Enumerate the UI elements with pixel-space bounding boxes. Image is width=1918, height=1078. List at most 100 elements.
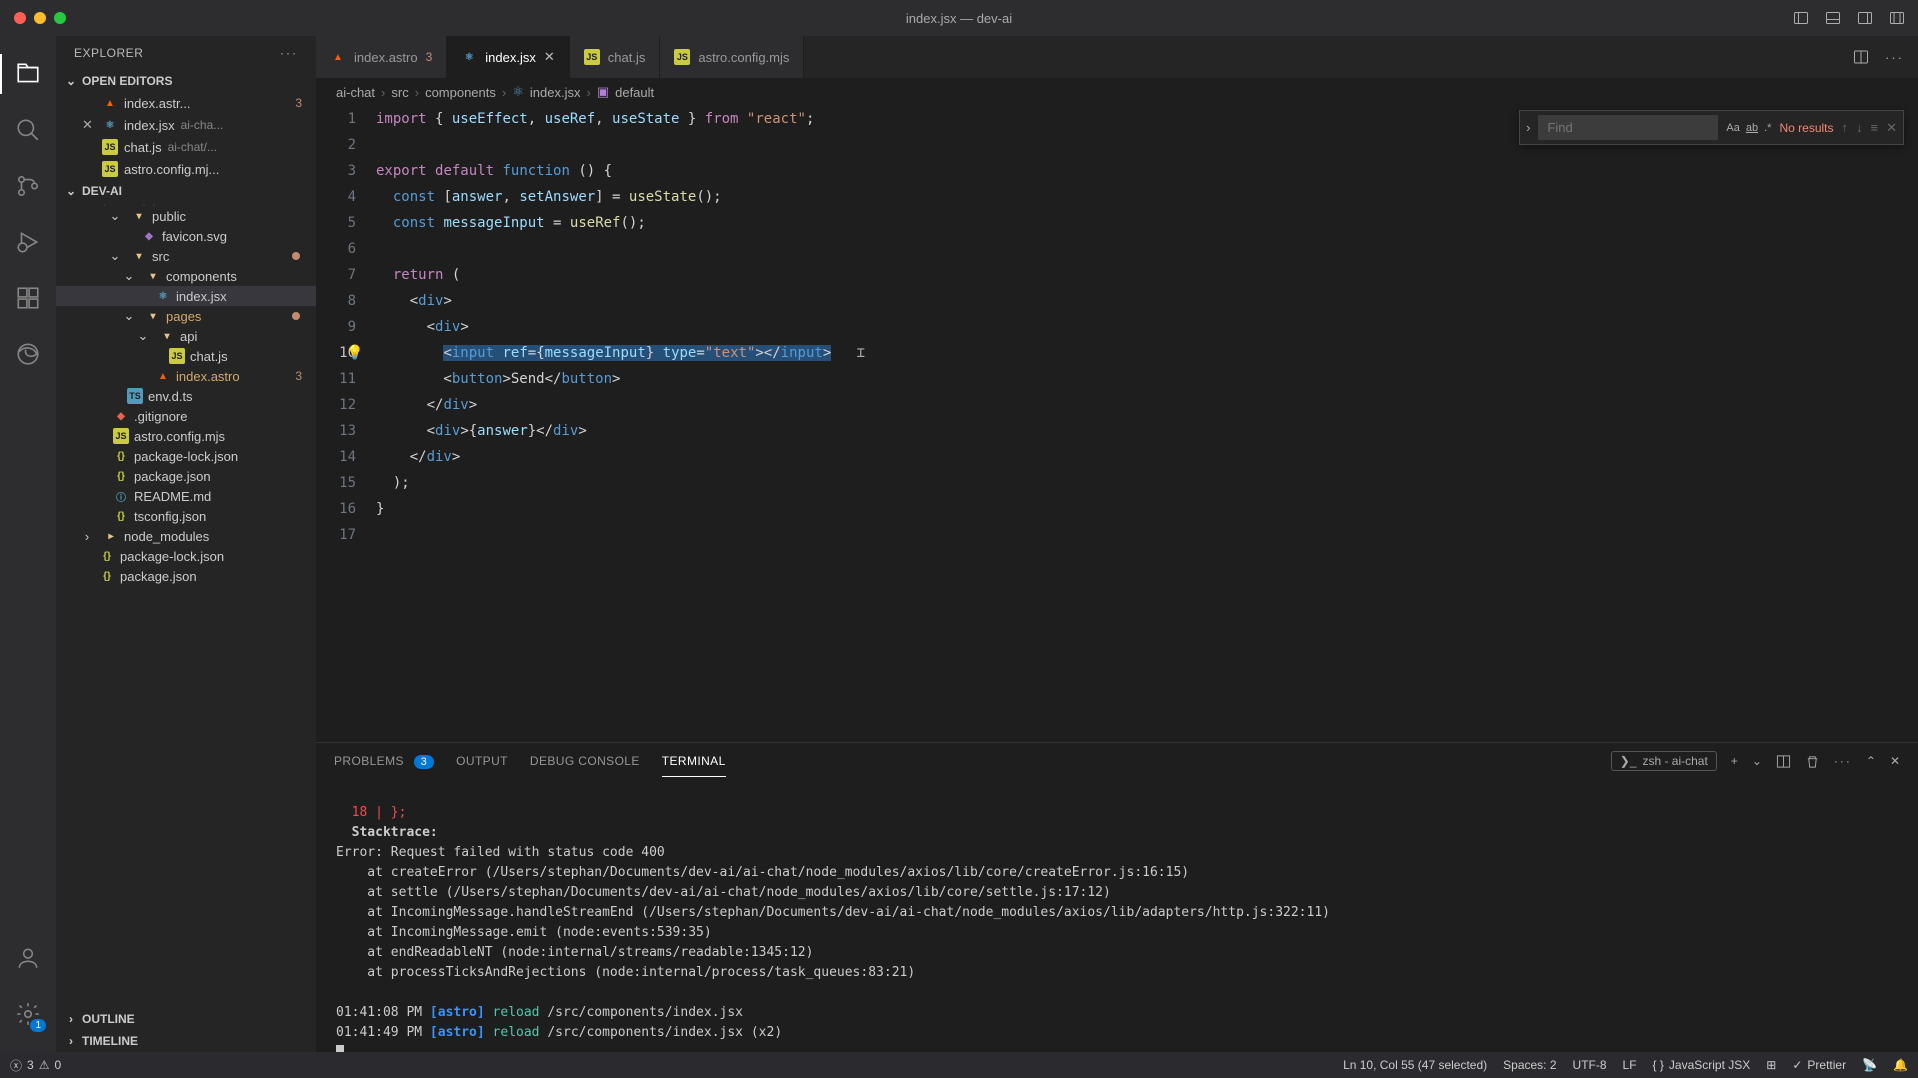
toggle-primary-sidebar-icon[interactable]	[1792, 9, 1810, 27]
status-encoding[interactable]: UTF-8	[1573, 1058, 1607, 1072]
file-item[interactable]: JSastro.config.mjs	[56, 426, 316, 446]
folder-item[interactable]: ⌄▾components	[56, 266, 316, 286]
js-icon: JS	[113, 428, 129, 444]
explorer-activity[interactable]	[0, 46, 56, 102]
terminal-picker[interactable]: ❯_ zsh - ai-chat	[1611, 751, 1717, 771]
close-icon[interactable]: ✕	[82, 117, 96, 133]
find-expand-icon[interactable]: ›	[1526, 120, 1530, 135]
status-bell-icon[interactable]: 🔔	[1893, 1058, 1908, 1072]
breadcrumb-item[interactable]: components	[425, 85, 496, 100]
editor-tab[interactable]: JSastro.config.mjs	[660, 36, 804, 78]
breadcrumb-item[interactable]: default	[615, 85, 654, 100]
extensions-activity[interactable]	[0, 270, 56, 326]
outline-section[interactable]: › OUTLINE	[56, 1008, 316, 1030]
open-editor-item[interactable]: ✕⚛index.jsx ai-cha...	[56, 114, 316, 136]
find-next-icon[interactable]: ↓	[1856, 120, 1863, 136]
split-editor-icon[interactable]	[1853, 49, 1869, 65]
status-indent[interactable]: Spaces: 2	[1503, 1058, 1556, 1072]
file-item[interactable]: ⓘREADME.md	[56, 486, 316, 506]
minimize-window-button[interactable]	[34, 12, 46, 24]
close-tab-icon[interactable]: ✕	[544, 49, 555, 65]
accounts-activity[interactable]	[0, 930, 56, 986]
status-prettier[interactable]: ✓Prettier	[1792, 1058, 1846, 1072]
explorer-more-icon[interactable]: ···	[280, 46, 298, 60]
problems-tab[interactable]: PROBLEMS 3	[334, 746, 434, 777]
project-section[interactable]: ⌄ DEV-AI	[56, 180, 316, 202]
edge-activity[interactable]	[0, 326, 56, 382]
toggle-panel-icon[interactable]	[1824, 9, 1842, 27]
code-editor[interactable]: 1234 5678 9101112 13141516 17 import { u…	[316, 106, 1918, 742]
js-icon: JS	[102, 139, 118, 155]
editor-tab[interactable]: ⚛index.jsx✕	[447, 36, 569, 78]
find-selection-icon[interactable]: ≡	[1871, 120, 1879, 136]
file-item[interactable]: ▲index.astro3	[56, 366, 316, 386]
run-debug-activity[interactable]	[0, 214, 56, 270]
output-tab[interactable]: OUTPUT	[456, 746, 508, 776]
source-control-activity[interactable]	[0, 158, 56, 214]
breadcrumbs[interactable]: ai-chat› src› components› ⚛ index.jsx› ▣…	[316, 78, 1918, 106]
kill-terminal-icon[interactable]	[1805, 754, 1820, 769]
folder-item[interactable]: ⌄▾public	[56, 206, 316, 226]
find-prev-icon[interactable]: ↑	[1842, 120, 1849, 136]
folder-item[interactable]: ⌄▾pages	[56, 306, 316, 326]
open-editor-item[interactable]: JSastro.config.mj...	[56, 158, 316, 180]
chevron-down-icon: ⌄	[64, 184, 78, 198]
toggle-secondary-sidebar-icon[interactable]	[1856, 9, 1874, 27]
file-item[interactable]: ◆favicon.svg	[56, 226, 316, 246]
status-eol[interactable]: LF	[1623, 1058, 1637, 1072]
new-terminal-icon[interactable]: +	[1731, 754, 1738, 768]
file-item[interactable]: {}package.json	[56, 566, 316, 586]
file-item[interactable]: {}package.json	[56, 466, 316, 486]
breadcrumb-item[interactable]: index.jsx	[530, 85, 581, 100]
open-editor-item[interactable]: ▲index.astr...3	[56, 92, 316, 114]
close-panel-icon[interactable]: ✕	[1890, 754, 1900, 768]
file-item[interactable]: ◆.gitignore	[56, 406, 316, 426]
status-feedback-icon[interactable]: 📡	[1862, 1058, 1877, 1072]
panel-more-icon[interactable]: ···	[1834, 754, 1852, 768]
file-item[interactable]: TSenv.d.ts	[56, 386, 316, 406]
status-tabnine-icon[interactable]: ⊞	[1766, 1058, 1776, 1072]
breadcrumb-item[interactable]: ai-chat	[336, 85, 375, 100]
folder-item[interactable]: ›▸node_modules	[56, 526, 316, 546]
open-editors-section[interactable]: ⌄ OPEN EDITORS	[56, 70, 316, 92]
file-item[interactable]: JSchat.js	[56, 346, 316, 366]
match-case-icon[interactable]: Aa	[1726, 122, 1739, 134]
astro-icon: ▲	[155, 368, 171, 384]
open-editor-item[interactable]: JSchat.js ai-chat/...	[56, 136, 316, 158]
file-item[interactable]: {}package-lock.json	[56, 546, 316, 566]
jsx-icon: ⚛	[102, 117, 118, 133]
settings-activity[interactable]: 1	[0, 986, 56, 1042]
editor-tab[interactable]: ▲index.astro3	[316, 36, 447, 78]
find-close-icon[interactable]: ✕	[1886, 120, 1897, 136]
terminal-tab[interactable]: TERMINAL	[662, 746, 726, 776]
debug-console-tab[interactable]: DEBUG CONSOLE	[530, 746, 640, 776]
status-language[interactable]: { }JavaScript JSX	[1653, 1058, 1751, 1072]
terminal-output[interactable]: 18 | }; Stacktrace: Error: Request faile…	[316, 779, 1918, 1052]
editor-more-icon[interactable]: ···	[1885, 50, 1904, 65]
file-item[interactable]: {}package-lock.json	[56, 446, 316, 466]
chevron-icon: ⌄	[122, 308, 136, 324]
folder-item[interactable]: ⌄▾src	[56, 246, 316, 266]
status-errors[interactable]: ⓧ3 ⚠0	[10, 1057, 61, 1074]
customize-layout-icon[interactable]	[1888, 9, 1906, 27]
match-whole-word-icon[interactable]: ab	[1746, 122, 1758, 134]
maximize-panel-icon[interactable]: ⌃	[1866, 754, 1876, 768]
status-cursor-position[interactable]: Ln 10, Col 55 (47 selected)	[1343, 1058, 1487, 1072]
split-terminal-icon[interactable]	[1776, 754, 1791, 769]
editor-tab[interactable]: JSchat.js	[570, 36, 661, 78]
close-window-button[interactable]	[14, 12, 26, 24]
chevron-icon: ⌄	[108, 248, 122, 264]
file-item[interactable]: {}tsconfig.json	[56, 506, 316, 526]
error-icon: ⓧ	[10, 1057, 22, 1074]
terminal-dropdown-icon[interactable]: ⌄	[1752, 754, 1762, 768]
lightbulb-icon[interactable]: 💡	[346, 340, 363, 366]
timeline-section[interactable]: › TIMELINE	[56, 1030, 316, 1052]
maximize-window-button[interactable]	[54, 12, 66, 24]
folder-item[interactable]: ⌄▾api	[56, 326, 316, 346]
breadcrumb-item[interactable]: src	[391, 85, 408, 100]
json-icon: {}	[113, 508, 129, 524]
find-input[interactable]	[1538, 115, 1718, 140]
regex-icon[interactable]: .*	[1764, 122, 1771, 134]
search-activity[interactable]	[0, 102, 56, 158]
file-item[interactable]: ⚛index.jsx	[56, 286, 316, 306]
